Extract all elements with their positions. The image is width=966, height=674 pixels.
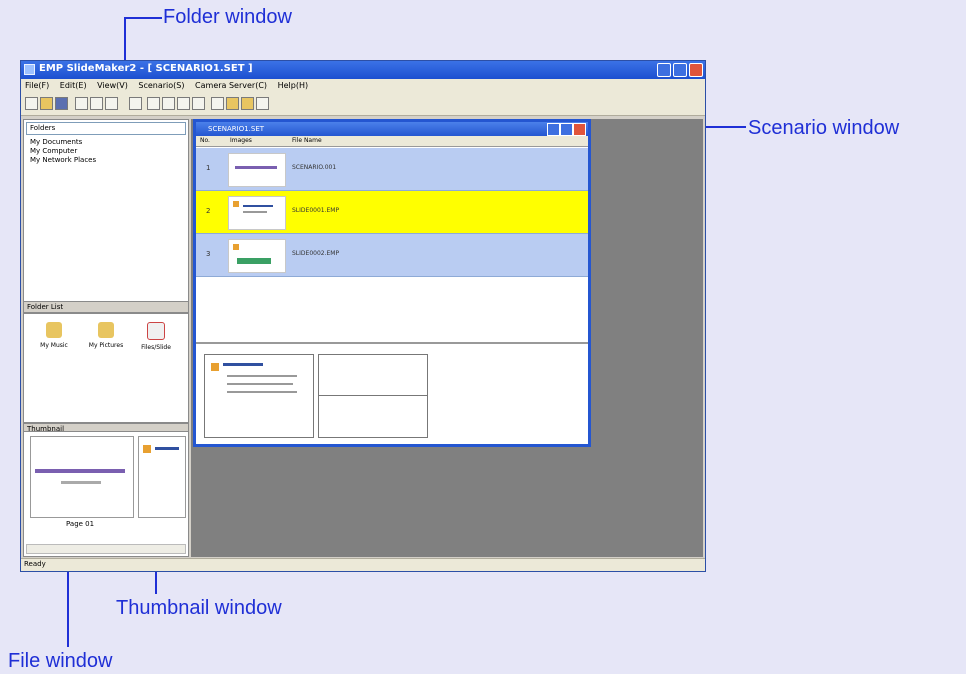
tree-item-my-documents[interactable]: My Documents xyxy=(30,138,82,146)
document-icon xyxy=(147,322,165,340)
thumbnail-caption: Page 01 xyxy=(66,520,95,528)
file-item-label: My Music xyxy=(40,342,68,349)
print-icon[interactable] xyxy=(129,97,142,110)
slide-graphic xyxy=(233,244,239,250)
minimize-button[interactable] xyxy=(657,63,671,77)
toolbar xyxy=(21,93,705,116)
help-icon[interactable] xyxy=(256,97,269,110)
pointer-icon[interactable] xyxy=(147,97,160,110)
slide-graphic xyxy=(223,363,263,366)
slide-graphic xyxy=(35,469,125,473)
menu-scenario[interactable]: Scenario(S) xyxy=(134,79,188,92)
scenario-maximize-button[interactable] xyxy=(560,123,573,136)
slide-preview[interactable] xyxy=(204,354,314,438)
slide-graphic xyxy=(61,481,101,484)
tree-item-my-computer[interactable]: My Computer xyxy=(30,147,77,155)
slide-graphic xyxy=(233,201,239,207)
save-icon[interactable] xyxy=(55,97,68,110)
scenario-window: SCENARIO1.SET No. Images File Name 1 SCE… xyxy=(193,119,591,447)
window-title: EMP SlideMaker2 - [ SCENARIO1.SET ] xyxy=(39,63,253,74)
scenario-minimize-button[interactable] xyxy=(547,123,560,136)
folder-window-label: Folder window xyxy=(163,6,292,28)
slide-graphic xyxy=(211,363,219,371)
status-bar: Ready xyxy=(21,558,705,571)
cut-icon[interactable] xyxy=(75,97,88,110)
app-icon xyxy=(24,64,35,75)
slide-graphic xyxy=(227,391,297,393)
thumbnail-slide-1[interactable] xyxy=(30,436,134,518)
app-window: EMP SlideMaker2 - [ SCENARIO1.SET ] File… xyxy=(20,60,706,572)
row-number: 3 xyxy=(206,250,211,258)
tool-icon[interactable] xyxy=(241,97,254,110)
file-item-label: Files/Slide xyxy=(141,344,171,351)
preview-divider xyxy=(319,395,427,396)
scenario-row[interactable]: 3 SLIDE0002.EMP xyxy=(196,234,588,277)
slide-graphic xyxy=(227,375,297,377)
menu-view[interactable]: View(V) xyxy=(93,79,132,92)
paste-icon[interactable] xyxy=(105,97,118,110)
folder-icon xyxy=(98,322,114,338)
file-item-label: My Pictures xyxy=(88,342,124,349)
workspace-area: SCENARIO1.SET No. Images File Name 1 SCE… xyxy=(191,119,703,557)
scenario-title: SCENARIO1.SET xyxy=(208,125,265,133)
grid-icon[interactable] xyxy=(177,97,190,110)
scenario-window-label: Scenario window xyxy=(748,117,900,139)
row-file-name: SLIDE0002.EMP xyxy=(292,250,340,257)
slide-graphic xyxy=(155,447,179,450)
row-thumbnail xyxy=(228,196,286,230)
folder-combo[interactable]: Folders xyxy=(26,122,186,135)
folder-icon xyxy=(46,322,62,338)
slide-preview-empty[interactable] xyxy=(318,354,428,438)
scenario-divider xyxy=(196,342,588,344)
row-thumbnail xyxy=(228,239,286,273)
menu-help[interactable]: Help(H) xyxy=(274,79,313,92)
file-window-label: File window xyxy=(8,650,113,672)
menu-bar: File(F) Edit(E) View(V) Scenario(S) Came… xyxy=(21,79,705,93)
column-file-name[interactable]: File Name xyxy=(292,137,322,144)
row-thumbnail xyxy=(228,153,286,187)
thumbnail-window: Page 01 xyxy=(23,431,189,557)
scenario-row[interactable]: 2 SLIDE0001.EMP xyxy=(196,191,588,234)
file-window: My Music My Pictures Files/Slide xyxy=(23,313,189,423)
status-text: Ready xyxy=(24,560,46,568)
row-file-name: SLIDE0001.EMP xyxy=(292,207,340,214)
row-file-name: SCENARIO.001 xyxy=(292,164,337,171)
maximize-button[interactable] xyxy=(673,63,687,77)
thumbnail-window-label: Thumbnail window xyxy=(116,597,282,619)
open-icon[interactable] xyxy=(40,97,53,110)
slide-graphic xyxy=(227,383,293,385)
file-item-my-music[interactable]: My Music xyxy=(30,322,78,349)
file-list-header: Folder List xyxy=(23,301,189,313)
scenario-title-bar[interactable]: SCENARIO1.SET xyxy=(196,122,588,136)
menu-camera-server[interactable]: Camera Server(C) xyxy=(191,79,271,92)
slide-graphic xyxy=(143,445,151,453)
row-number: 1 xyxy=(206,164,211,172)
title-bar[interactable]: EMP SlideMaker2 - [ SCENARIO1.SET ] xyxy=(21,61,705,79)
slide-graphic xyxy=(237,258,271,264)
slide-graphic xyxy=(243,211,267,213)
thumbnail-slide-2[interactable] xyxy=(138,436,186,518)
tree-item-my-network-places[interactable]: My Network Places xyxy=(30,156,96,164)
close-button[interactable] xyxy=(689,63,703,77)
file-item-my-pictures[interactable]: My Pictures xyxy=(82,322,130,349)
slide-graphic xyxy=(235,166,277,169)
menu-edit[interactable]: Edit(E) xyxy=(56,79,91,92)
new-icon[interactable] xyxy=(25,97,38,110)
scenario-column-header: No. Images File Name xyxy=(196,136,588,147)
file-item-slide[interactable]: Files/Slide xyxy=(132,322,180,351)
copy-icon[interactable] xyxy=(90,97,103,110)
menu-file[interactable]: File(F) xyxy=(21,79,53,92)
settings-icon[interactable] xyxy=(226,97,239,110)
slide-graphic xyxy=(243,205,273,207)
list-icon[interactable] xyxy=(192,97,205,110)
column-images[interactable]: Images xyxy=(230,137,252,144)
play-icon[interactable] xyxy=(162,97,175,110)
row-number: 2 xyxy=(206,207,211,215)
monitor-icon[interactable] xyxy=(211,97,224,110)
scenario-row[interactable]: 1 SCENARIO.001 xyxy=(196,148,588,191)
scenario-close-button[interactable] xyxy=(573,123,586,136)
column-no[interactable]: No. xyxy=(200,137,210,144)
folder-window-leader-h xyxy=(124,17,162,19)
horizontal-scrollbar[interactable] xyxy=(26,544,186,554)
